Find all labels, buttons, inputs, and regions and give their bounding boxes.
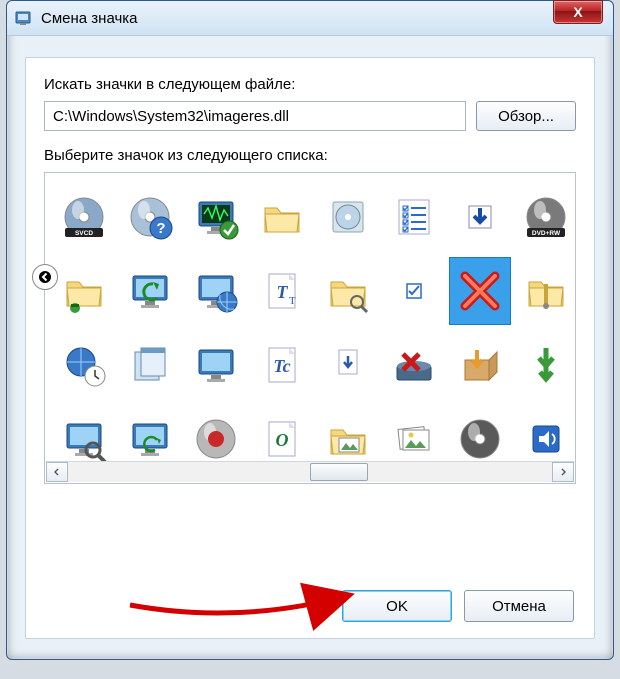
svg-text:T: T xyxy=(289,295,296,307)
icon-folder-plain[interactable] xyxy=(251,183,313,251)
search-label: Искать значки в следующем файле: xyxy=(44,76,576,93)
scroll-left-badge[interactable] xyxy=(32,264,58,290)
system-icon xyxy=(15,9,33,27)
scroll-track[interactable] xyxy=(68,463,552,481)
icon-down-arrows[interactable] xyxy=(515,331,576,399)
icon-list-box: SVCD? DVD+RW TT Tc O xyxy=(44,172,576,484)
icon-red-x[interactable] xyxy=(449,257,511,325)
icon-help-disc[interactable]: ? xyxy=(119,183,181,251)
icon-checklist[interactable] xyxy=(383,183,445,251)
svg-text:?: ? xyxy=(156,220,165,237)
icon-folder-share[interactable] xyxy=(53,257,115,325)
icon-globe-clock[interactable] xyxy=(53,331,115,399)
icon-checkbox-small[interactable] xyxy=(383,257,445,325)
window-title: Смена значка xyxy=(41,10,607,27)
icon-window-stack[interactable] xyxy=(119,331,181,399)
icon-folder-zip[interactable] xyxy=(515,257,576,325)
browse-button[interactable]: Обзор... xyxy=(476,101,576,131)
horizontal-scrollbar[interactable] xyxy=(46,461,574,482)
close-icon: X xyxy=(573,4,582,20)
icon-tc-file[interactable]: Tc xyxy=(251,331,313,399)
svg-text:O: O xyxy=(276,430,289,450)
icon-box-arrow[interactable] xyxy=(449,331,511,399)
icon-monitor-recycle[interactable] xyxy=(119,257,181,325)
icon-disc-box[interactable] xyxy=(317,183,379,251)
icon-monitor-globe[interactable] xyxy=(185,257,247,325)
svg-text:T: T xyxy=(277,282,289,302)
ok-button[interactable]: OK xyxy=(342,590,452,622)
icon-grid: SVCD? DVD+RW TT Tc O xyxy=(45,173,575,484)
svg-text:SVCD: SVCD xyxy=(75,230,93,237)
icon-dvd-rw-disc[interactable]: DVD+RW xyxy=(515,183,576,251)
path-row: Обзор... xyxy=(44,101,576,131)
icon-area: SVCD? DVD+RW TT Tc O xyxy=(44,172,576,484)
icon-download-arrow[interactable] xyxy=(449,183,511,251)
svg-text:DVD+RW: DVD+RW xyxy=(532,230,561,237)
select-label: Выберите значок из следующего списка: xyxy=(44,147,576,164)
icon-drive-error[interactable] xyxy=(383,331,445,399)
icon-monitor-side[interactable] xyxy=(185,331,247,399)
screenshot-root: Смена значка X Искать значки в следующем… xyxy=(0,0,620,679)
close-button[interactable]: X xyxy=(553,0,603,24)
client-area: Искать значки в следующем файле: Обзор..… xyxy=(25,57,595,639)
dialog-buttons: OK Отмена xyxy=(342,590,574,622)
icon-page-down[interactable] xyxy=(317,331,379,399)
icon-svcd-disc[interactable]: SVCD xyxy=(53,183,115,251)
scroll-thumb[interactable] xyxy=(310,463,368,481)
svg-text:Tc: Tc xyxy=(273,356,290,376)
scroll-right-arrow[interactable] xyxy=(552,462,574,482)
icon-folder-open-search[interactable] xyxy=(317,257,379,325)
icon-truetype-file[interactable]: TT xyxy=(251,257,313,325)
title-bar: Смена значка X xyxy=(7,1,613,36)
icon-monitor-check[interactable] xyxy=(185,183,247,251)
scroll-left-arrow[interactable] xyxy=(46,462,68,482)
dialog-window: Смена значка X Искать значки в следующем… xyxy=(6,0,614,660)
cancel-button[interactable]: Отмена xyxy=(464,590,574,622)
path-input[interactable] xyxy=(44,101,466,131)
